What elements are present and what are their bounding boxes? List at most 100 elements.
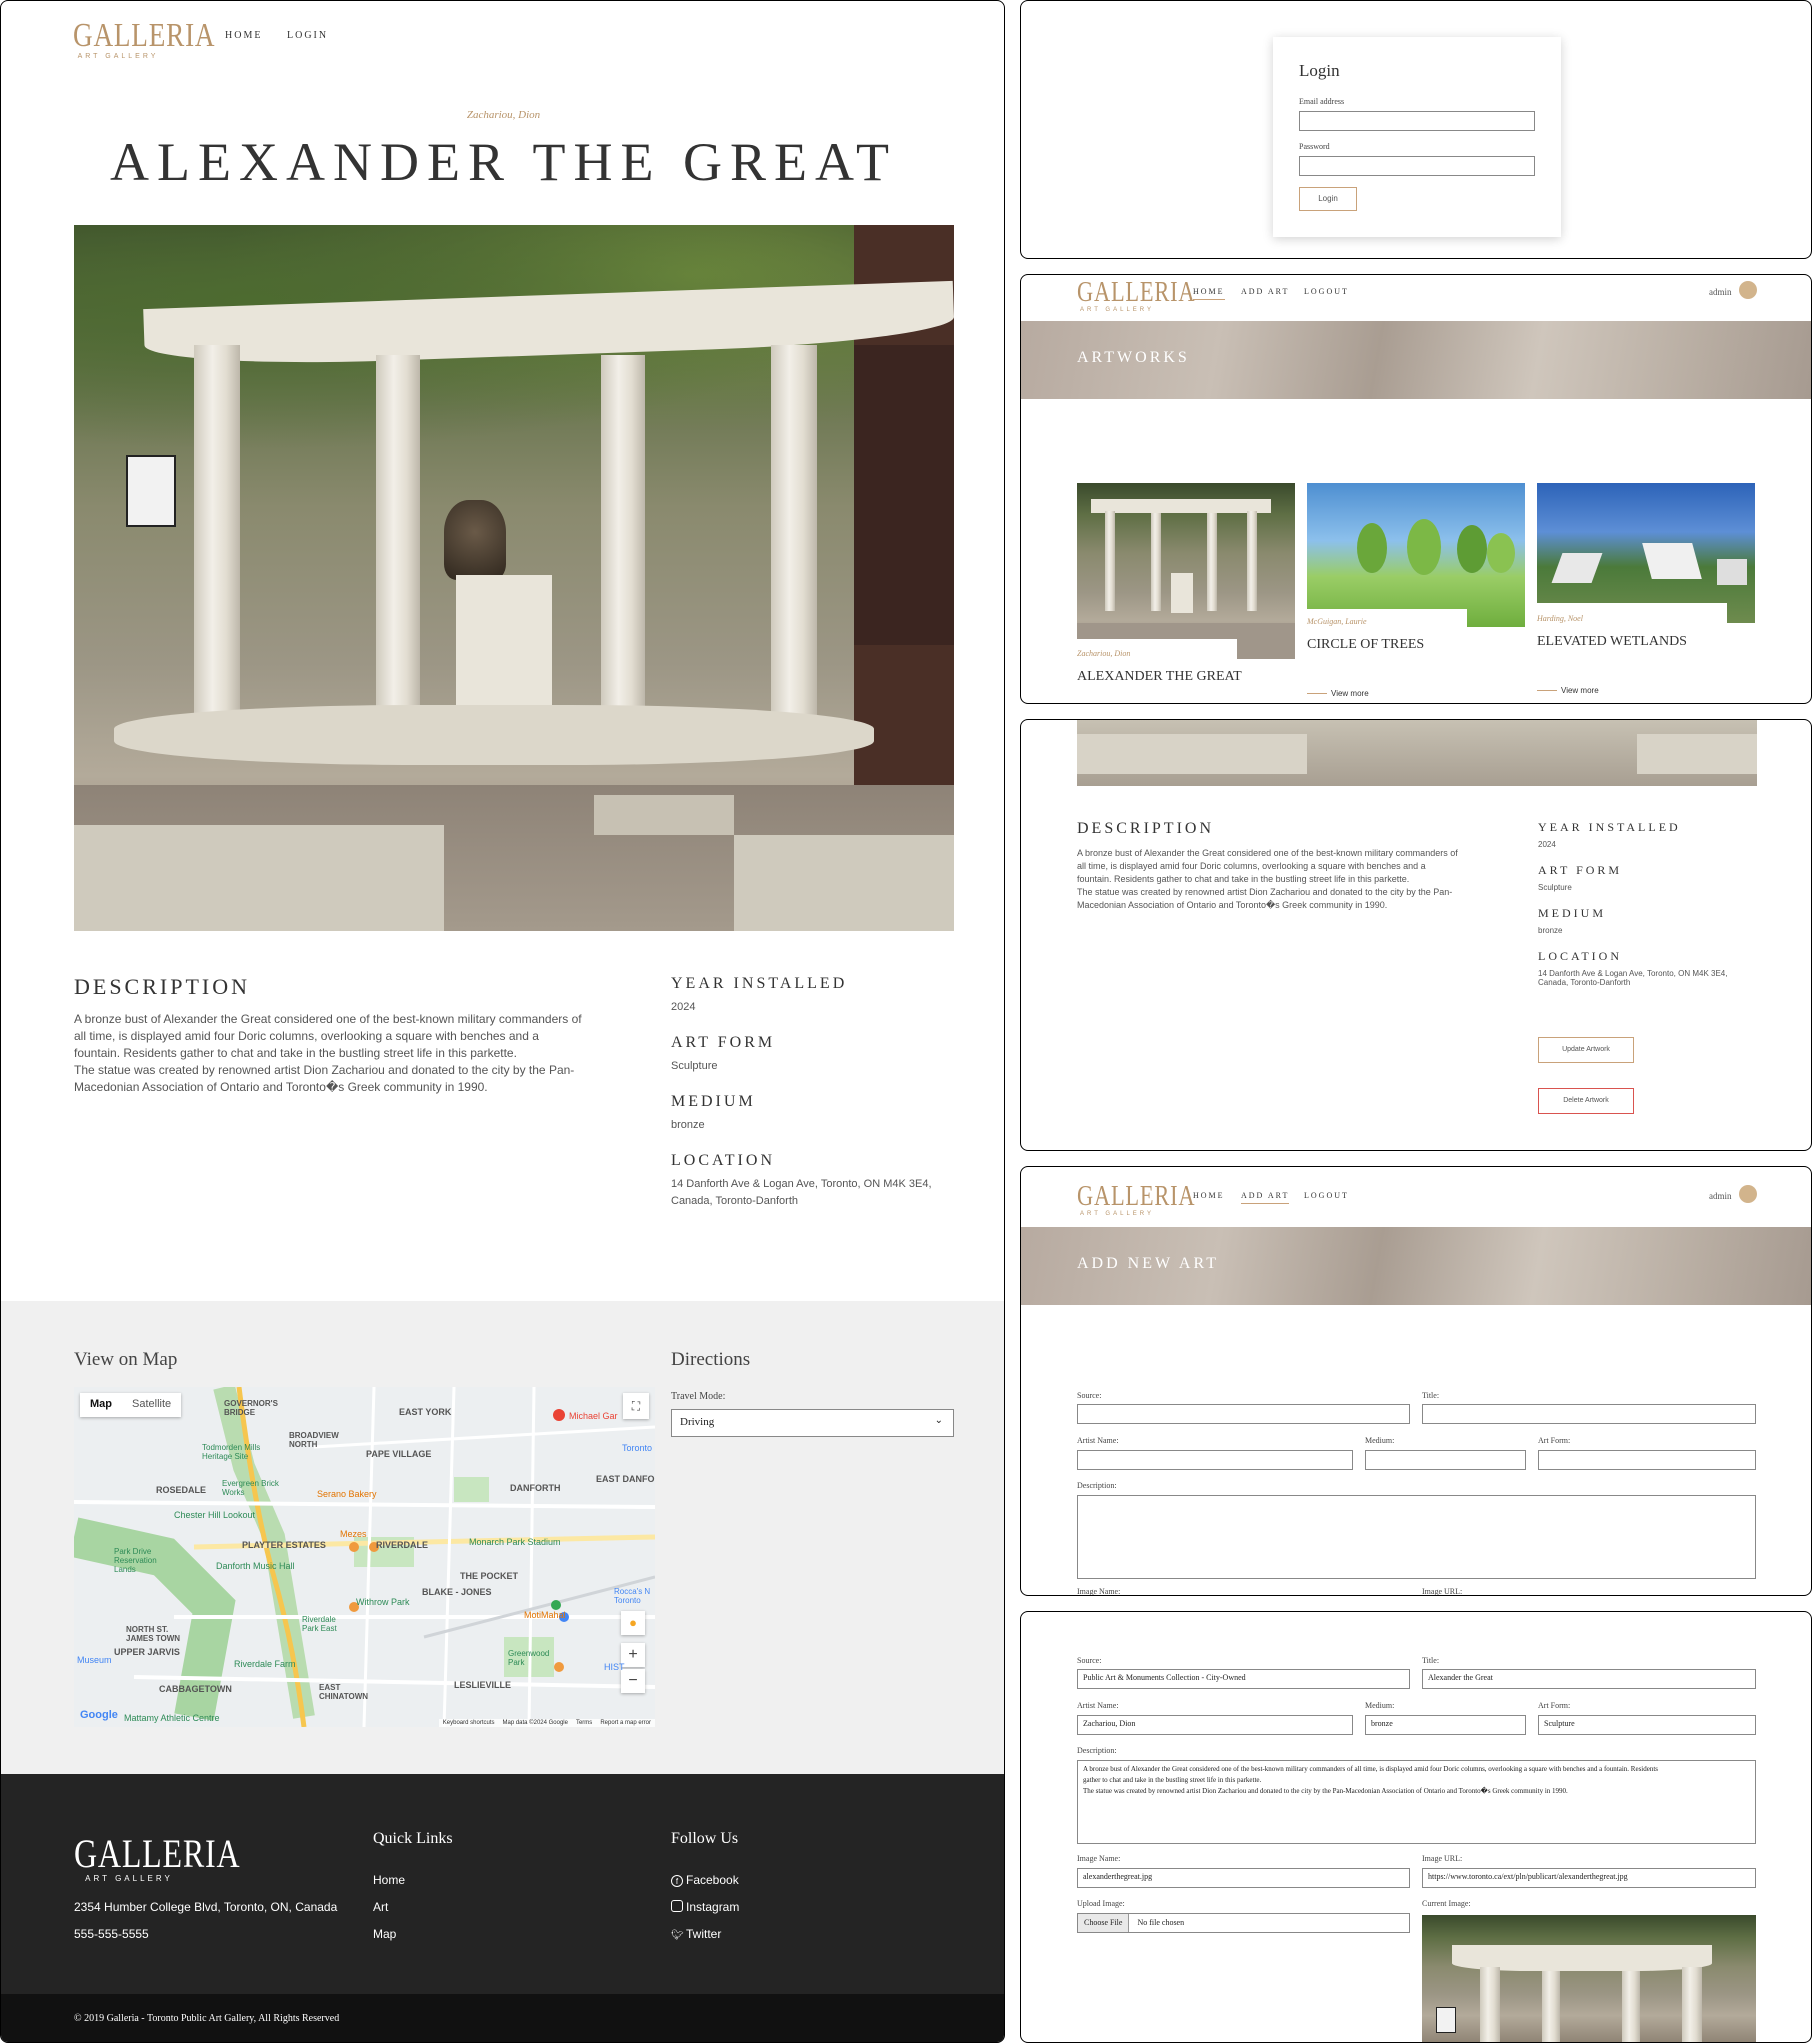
nav-logout[interactable]: LOGOUT [1304,287,1349,296]
image-url-input[interactable]: https://www.toronto.ca/ext/pln/publicart… [1422,1868,1756,1888]
source-input[interactable] [1077,1404,1410,1424]
login-button[interactable]: Login [1299,187,1357,211]
artist-label: Artist Name: [1077,1701,1119,1710]
description-textarea[interactable]: A bronze bust of Alexander the Great con… [1077,1760,1756,1844]
footer-link-map[interactable]: Map [373,1927,396,1941]
description-heading: DESCRIPTION [74,974,251,999]
travel-mode-value: Driving [680,1416,715,1428]
travel-mode-select[interactable]: Driving ⌄ [671,1409,954,1437]
description-line: all time, is displayed amid four Doric c… [1077,861,1426,871]
delete-artwork-button[interactable]: Delete Artwork [1538,1088,1634,1114]
nav-logout[interactable]: LOGOUT [1304,1191,1349,1200]
artwork-details: YEAR INSTALLED 2024 ART FORM Sculpture M… [1538,820,1778,987]
facebook-link[interactable]: f Facebook [671,1873,739,1887]
card-title: ELEVATED WETLANDS [1537,634,1687,649]
map-label: Danforth Music Hall [216,1561,295,1571]
source-label: Source: [1077,1391,1102,1400]
footer-link-home[interactable]: Home [373,1873,405,1887]
map-label: Evergreen Brick Works [222,1479,279,1497]
user-name: admin [1709,287,1732,297]
footer-link-art[interactable]: Art [373,1900,388,1914]
location-value-2: Canada, Toronto-Danforth [1538,978,1631,987]
description-heading: DESCRIPTION [1077,820,1215,837]
artwork-photo-strip [1077,720,1757,786]
user-avatar-icon[interactable] [1739,281,1757,299]
logo-wordmark: GALLERIA [1077,277,1196,308]
description-line: The statue was created by renowned artis… [1077,887,1453,897]
title-label: Title: [1422,1656,1440,1665]
report-map-error-link[interactable]: Report a map error [600,1720,651,1726]
map-label: BROADVIEW NORTH [289,1431,339,1449]
directions-heading: Directions [671,1349,751,1370]
user-avatar-icon[interactable] [1739,1185,1757,1203]
zoom-out-button[interactable]: − [621,1669,645,1693]
footer-phone: 555-555-5555 [74,1927,149,1941]
title-input[interactable] [1422,1404,1756,1424]
instagram-label: Instagram [686,1900,740,1914]
medium-label: MEDIUM [671,1093,756,1110]
twitter-icon: 🐦︎ [671,1930,684,1941]
medium-input[interactable] [1365,1450,1526,1470]
satellite-tab[interactable]: Satellite [122,1393,181,1417]
page-title: ALEXANDER THE GREAT [110,132,897,192]
description-line: gather to chat and take in the bustling … [1083,1776,1262,1784]
copyright-text: © 2019 Galleria - Toronto Public Art Gal… [74,2013,340,2024]
year-installed-label: YEAR INSTALLED [1538,820,1681,834]
nav-home[interactable]: HOME [225,30,262,41]
title-input[interactable]: Alexander the Great [1422,1669,1756,1689]
description-line: A bronze bust of Alexander the Great con… [74,1012,582,1026]
description-textarea[interactable] [1077,1495,1756,1579]
artwork-card[interactable]: Harding, Noel ELEVATED WETLANDS View mor… [1537,483,1755,703]
artwork-card[interactable]: McGuigan, Laurie CIRCLE OF TREES View mo… [1307,483,1525,703]
instagram-link[interactable]: Instagram [671,1900,739,1914]
nav-home[interactable]: HOME [1193,1191,1225,1200]
terms-link[interactable]: Terms [576,1720,592,1726]
login-title: Login [1299,61,1340,80]
view-more-link[interactable]: View more [1537,686,1599,695]
nav-home[interactable]: HOME [1193,287,1225,300]
description-line: fountain. Residents gather to chat and t… [1077,874,1410,884]
footer-logo[interactable]: GALLERIA ART GALLERY [74,1834,282,1884]
keyboard-shortcuts-link[interactable]: Keyboard shortcuts [443,1720,495,1726]
map-label: CABBAGETOWN [159,1684,232,1694]
fullscreen-button[interactable]: ⛶ [623,1393,649,1419]
art-form-label: Art Form: [1538,1701,1571,1710]
map-type-control: Map Satellite [80,1393,182,1417]
description-text: A bronze bust of Alexander the Great con… [1077,847,1517,912]
view-more-link[interactable]: View more [1307,689,1369,698]
map-tab[interactable]: Map [80,1393,122,1417]
artist-input[interactable]: Zachariou, Dion [1077,1715,1353,1735]
source-input[interactable]: Public Art & Monuments Collection - City… [1077,1669,1410,1689]
embedded-map[interactable]: Map Satellite ⛶ ● + − GOVERNOR'S BRIDGE … [74,1387,655,1727]
artist-input[interactable] [1077,1450,1353,1470]
login-card: Login Email address Password Login [1273,37,1561,237]
description-line: all time, is displayed amid four Doric c… [74,1029,539,1043]
artwork-details: YEAR INSTALLED 2024 ART FORM Sculpture M… [671,975,971,1210]
nav-add-art[interactable]: ADD ART [1241,287,1289,296]
art-form-input[interactable] [1538,1450,1756,1470]
update-artwork-button[interactable]: Update Artwork [1538,1037,1634,1063]
nav-login[interactable]: LOGIN [287,30,328,41]
map-label: Michael Gar [569,1411,618,1421]
medium-input[interactable]: bronze [1365,1715,1526,1735]
map-label: NORTH ST. JAMES TOWN [126,1625,181,1643]
art-form-label: ART FORM [671,1034,776,1051]
artwork-card[interactable]: Zachariou, Dion ALEXANDER THE GREAT [1077,483,1295,703]
card-image [1537,483,1755,623]
admin-logo[interactable]: GALLERIA ART GALLERY [1077,1183,1225,1218]
image-name-input[interactable]: alexanderthegreat.jpg [1077,1868,1410,1888]
choose-file-button[interactable]: Choose File [1078,1914,1130,1932]
description-line: A bronze bust of Alexander the Great con… [1083,1765,1659,1773]
site-logo[interactable]: GALLERIA ART GALLERY [73,19,215,61]
pegman-icon[interactable]: ● [621,1611,645,1635]
map-label: Riverdale Farm [234,1659,296,1669]
nav-add-art[interactable]: ADD ART [1241,1191,1290,1204]
password-field[interactable] [1299,156,1535,176]
art-form-input[interactable]: Sculpture [1538,1715,1756,1735]
email-field[interactable] [1299,111,1535,131]
map-label: RIVERDALE [376,1540,429,1550]
twitter-link[interactable]: 🐦︎ Twitter [671,1927,721,1941]
file-upload-input[interactable]: Choose File No file chosen [1077,1913,1410,1933]
medium-value: bronze [671,1119,705,1131]
art-form-label: ART FORM [1538,863,1623,877]
